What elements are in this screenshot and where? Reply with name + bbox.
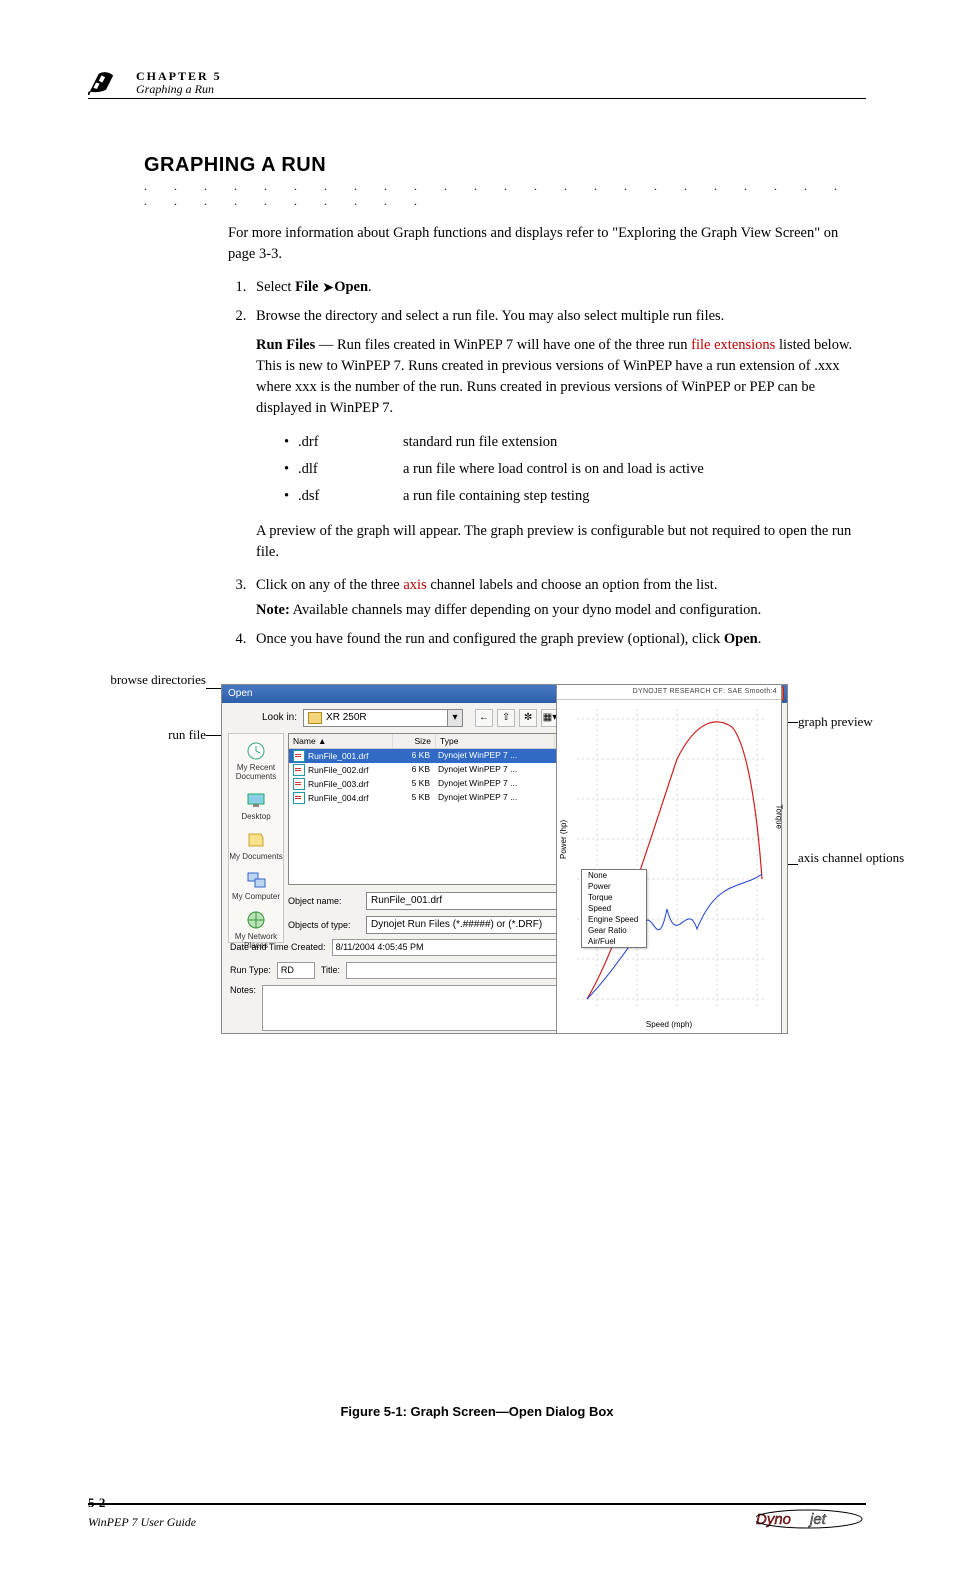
back-icon[interactable]: ← (475, 709, 493, 727)
object-name-label: Object name: (288, 896, 360, 906)
look-in-combo[interactable]: XR 250R ▾ (303, 709, 463, 727)
places-bar: My Recent Documents Desktop My Documents… (228, 733, 284, 943)
notes-label: Notes: (230, 985, 256, 995)
place-desktop[interactable]: Desktop (241, 789, 270, 821)
graph-preview-panel: DYNOJET RESEARCH CF: SAE Smooth:4 (556, 684, 782, 1034)
runfile-icon (293, 778, 305, 790)
step-4: Once you have found the run and configur… (250, 629, 856, 650)
extensions-list: •.drfstandard run file extension •.dlfa … (284, 432, 856, 507)
title-label: Title: (321, 965, 340, 975)
run-type-field: RD (277, 962, 315, 979)
chapter-subtitle: Graphing a Run (136, 83, 222, 96)
intro-paragraph: For more information about Graph functio… (228, 223, 856, 265)
guide-title: WinPEP 7 User Guide (88, 1515, 196, 1530)
figure-caption: Figure 5-1: Graph Screen—Open Dialog Box (88, 1404, 866, 1419)
folder-icon (308, 712, 322, 724)
graph-header: DYNOJET RESEARCH CF: SAE Smooth:4 (557, 685, 781, 700)
axis-options-menu[interactable]: NonePowerTorqueSpeedEngine SpeedGear Rat… (581, 869, 647, 948)
callout-runfile: run file (106, 727, 206, 743)
dynojet-logo: Dyno jet (756, 1508, 866, 1530)
checkered-flag-icon (88, 70, 124, 96)
runfile-icon (293, 750, 305, 762)
date-created-label: Date and Time Created: (230, 942, 326, 952)
place-documents[interactable]: My Documents (229, 829, 282, 861)
axis-option[interactable]: Power (582, 881, 646, 892)
new-folder-icon[interactable]: ✼ (519, 709, 537, 727)
place-recent[interactable]: My Recent Documents (229, 740, 283, 781)
runfile-icon (293, 764, 305, 776)
callout-preview: graph preview (798, 714, 908, 730)
step-2: Browse the directory and select a run fi… (250, 306, 856, 562)
axis-link[interactable]: axis (403, 577, 426, 593)
callout-axis: axis channel options (798, 850, 908, 866)
page-header: CHAPTER 5 Graphing a Run (88, 70, 866, 99)
graph-plot (557, 699, 781, 1033)
y-axis-right-label[interactable]: Torque (774, 804, 783, 828)
axis-option[interactable]: None (582, 870, 646, 881)
y-axis-left-label[interactable]: Power (hp) (559, 820, 568, 859)
page-footer: 5-2 WinPEP 7 User Guide Dyno jet (88, 1503, 866, 1530)
svg-text:jet: jet (808, 1511, 827, 1528)
axis-option[interactable]: Air/Fuel (582, 936, 646, 947)
page-number: 5-2 (88, 1495, 196, 1511)
step-3: Click on any of the three axis channel l… (250, 575, 856, 621)
axis-option[interactable]: Gear Ratio (582, 925, 646, 936)
up-folder-icon[interactable]: ⇧ (497, 709, 515, 727)
dialog-title: Open (228, 688, 252, 699)
place-computer[interactable]: My Computer (232, 869, 280, 901)
chevron-down-icon[interactable]: ▾ (447, 710, 462, 726)
callout-browse: browse directories (106, 672, 206, 688)
title-dotted-rule: . . . . . . . . . . . . . . . . . . . . … (144, 179, 866, 209)
file-extensions-link[interactable]: file extensions (691, 337, 775, 353)
body-content: For more information about Graph functio… (228, 223, 856, 649)
axis-option[interactable]: Engine Speed (582, 914, 646, 925)
run-type-label: Run Type: (230, 965, 271, 975)
look-in-label: Look in: (262, 712, 297, 723)
step-1: Select File ➤Open. (250, 277, 856, 298)
object-type-label: Objects of type: (288, 920, 360, 930)
axis-option[interactable]: Torque (582, 892, 646, 903)
axis-option[interactable]: Speed (582, 903, 646, 914)
menu-arrow-icon: ➤ (322, 278, 334, 299)
figure-open-dialog: browse directories run file graph previe… (106, 672, 866, 1032)
x-axis-label[interactable]: Speed (mph) (557, 1020, 781, 1029)
section-title: GRAPHING A RUN (144, 154, 866, 177)
runfile-icon (293, 792, 305, 804)
